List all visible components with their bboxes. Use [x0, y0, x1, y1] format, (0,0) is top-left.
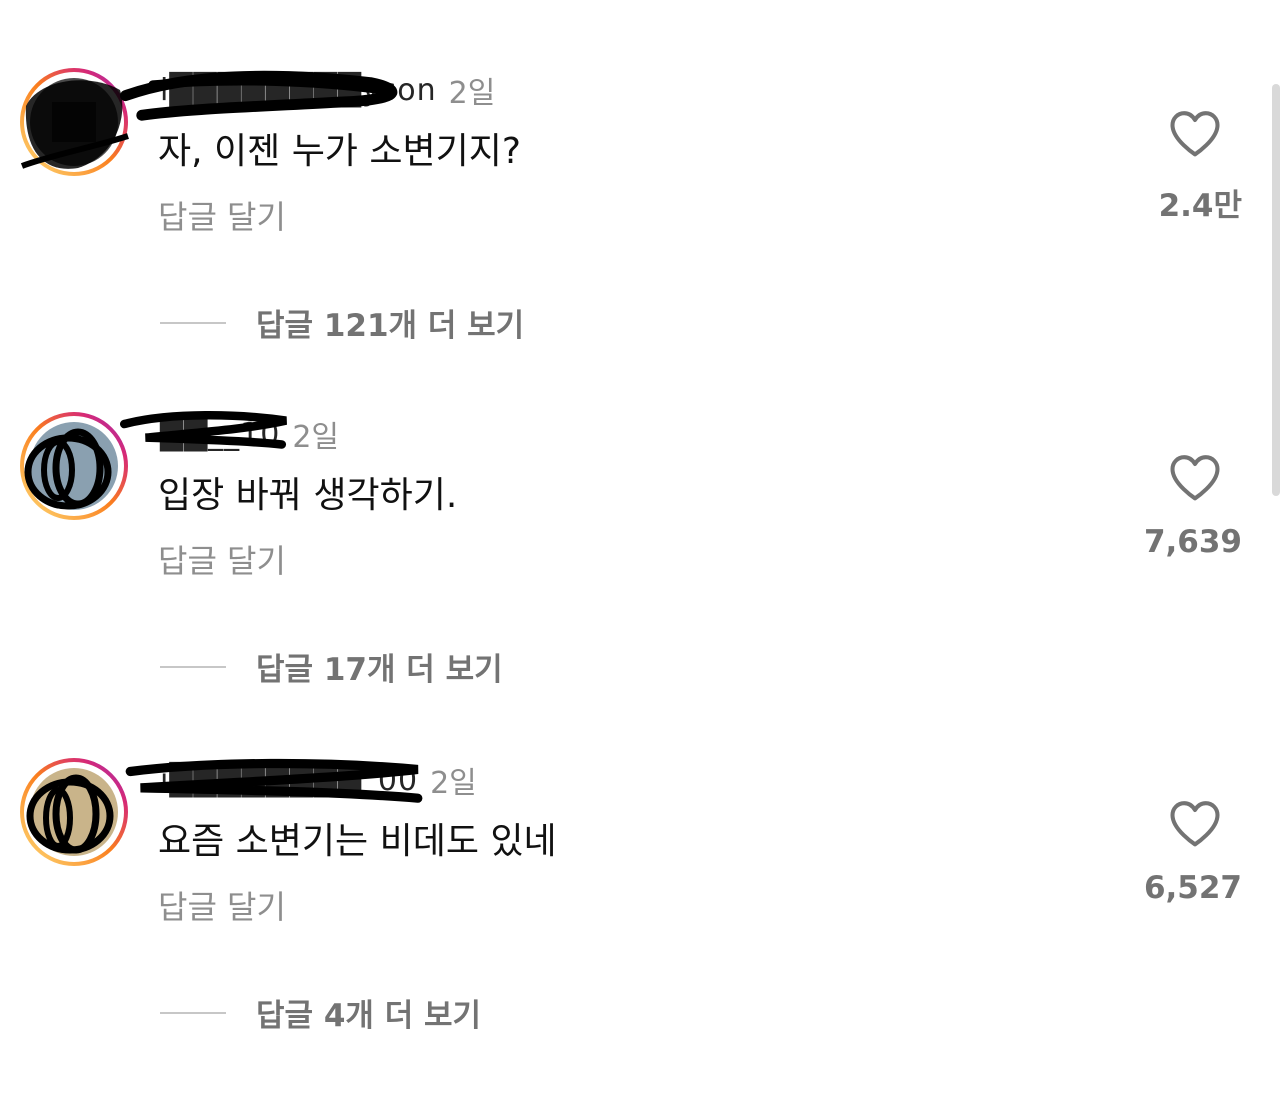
username-row: i████████_00 2일	[125, 758, 477, 803]
reply-button[interactable]: 답글 달기	[158, 536, 286, 582]
username[interactable]: i████████_00	[125, 758, 423, 803]
comment-item: i████████_00 2일 요즘 소변기는 비데도 있네 답글 달기 6,5…	[0, 690, 1280, 1034]
username[interactable]: ██__10	[120, 410, 287, 452]
comment-text: 요즘 소변기는 비데도 있네	[158, 821, 557, 862]
comment-time: 2일	[430, 766, 477, 801]
like-count: 7,639	[1143, 524, 1242, 560]
divider-line	[160, 665, 226, 668]
view-replies-button[interactable]: 답글 17개 더 보기	[160, 644, 503, 689]
view-replies-button[interactable]: 답글 121개 더 보기	[160, 300, 524, 345]
view-replies-label: 답글 4개 더 보기	[256, 998, 482, 1034]
comment-text: 자, 이젠 누가 소변기지?	[158, 131, 521, 172]
username[interactable]: i████████yson	[120, 70, 437, 121]
avatar[interactable]	[18, 756, 130, 868]
heart-icon[interactable]	[1168, 798, 1222, 848]
comment-time: 2일	[292, 420, 340, 455]
username-row: ██__10 2일	[120, 410, 340, 455]
view-replies-label: 답글 17개 더 보기	[256, 652, 503, 688]
divider-line	[160, 1011, 226, 1014]
heart-icon[interactable]	[1168, 108, 1222, 158]
like-count: 6,527	[1143, 870, 1242, 906]
username-row: i████████yson 2일	[120, 70, 496, 121]
comment-text: 입장 바꿔 생각하기.	[158, 475, 458, 516]
heart-icon[interactable]	[1168, 452, 1222, 502]
comment-item: i████████yson 2일 자, 이젠 누가 소변기지? 답글 달기 2.…	[0, 0, 1280, 344]
like-count: 2.4만	[1158, 188, 1242, 224]
reply-button[interactable]: 답글 달기	[158, 192, 286, 238]
view-replies-button[interactable]: 답글 4개 더 보기	[160, 990, 481, 1035]
view-replies-label: 답글 121개 더 보기	[256, 308, 525, 344]
comment-item: ██__10 2일 입장 바꿔 생각하기. 답글 달기 7,639 답글 17개…	[0, 344, 1280, 688]
divider-line	[160, 321, 226, 324]
avatar[interactable]	[18, 66, 130, 178]
scrollbar[interactable]	[1272, 84, 1280, 496]
reply-button[interactable]: 답글 달기	[158, 882, 286, 928]
comment-time: 2일	[448, 76, 496, 111]
avatar[interactable]	[18, 410, 130, 522]
